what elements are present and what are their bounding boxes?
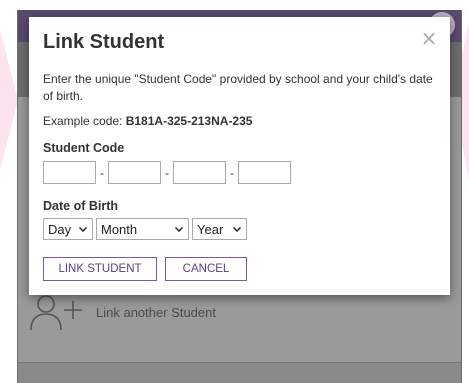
month-select-value: Month <box>101 221 138 237</box>
link-another-student-button[interactable]: Link another Student <box>28 292 216 332</box>
link-another-student-label: Link another Student <box>96 304 216 320</box>
code-separator: - <box>165 165 169 180</box>
student-code-label: Student Code <box>43 141 125 155</box>
dialog-actions: LINK STUDENT CANCEL <box>43 257 436 281</box>
date-of-birth-label: Date of Birth <box>43 199 118 213</box>
month-select[interactable]: Month <box>96 218 189 240</box>
code-separator: - <box>230 165 234 180</box>
link-student-button[interactable]: LINK STUDENT <box>43 257 157 281</box>
close-icon[interactable]: × <box>419 28 439 48</box>
example-code-line: Example code: B181A-325-213NA-235 <box>43 114 436 129</box>
year-select[interactable]: Year <box>192 218 247 240</box>
add-user-icon <box>30 295 82 331</box>
student-code-part-4[interactable] <box>238 161 291 184</box>
cancel-button[interactable]: CANCEL <box>165 257 247 281</box>
day-select[interactable]: Day <box>43 218 93 240</box>
year-select-value: Year <box>197 221 224 237</box>
day-select-value: Day <box>48 221 72 237</box>
chevron-down-icon <box>78 226 88 233</box>
link-student-dialog: Link Student × Enter the unique "Student… <box>29 17 450 295</box>
student-code-part-3[interactable] <box>173 161 226 184</box>
example-code-prefix: Example code: <box>43 114 126 128</box>
code-separator: - <box>100 165 104 180</box>
decor-pink-left <box>0 30 18 170</box>
chevron-down-icon <box>174 226 184 233</box>
page: Link another Student Link Student × Ente… <box>0 0 469 383</box>
chevron-down-icon <box>232 226 242 233</box>
dialog-description: Enter the unique "Student Code" provided… <box>43 72 433 103</box>
student-code-part-1[interactable] <box>43 161 96 184</box>
date-of-birth-row: Day Month Year <box>43 218 436 240</box>
student-code-part-2[interactable] <box>108 161 161 184</box>
example-code-value: B181A-325-213NA-235 <box>125 114 253 128</box>
app-footer <box>18 362 461 383</box>
student-code-row: - - - <box>43 161 436 184</box>
dialog-title: Link Student <box>43 31 165 53</box>
